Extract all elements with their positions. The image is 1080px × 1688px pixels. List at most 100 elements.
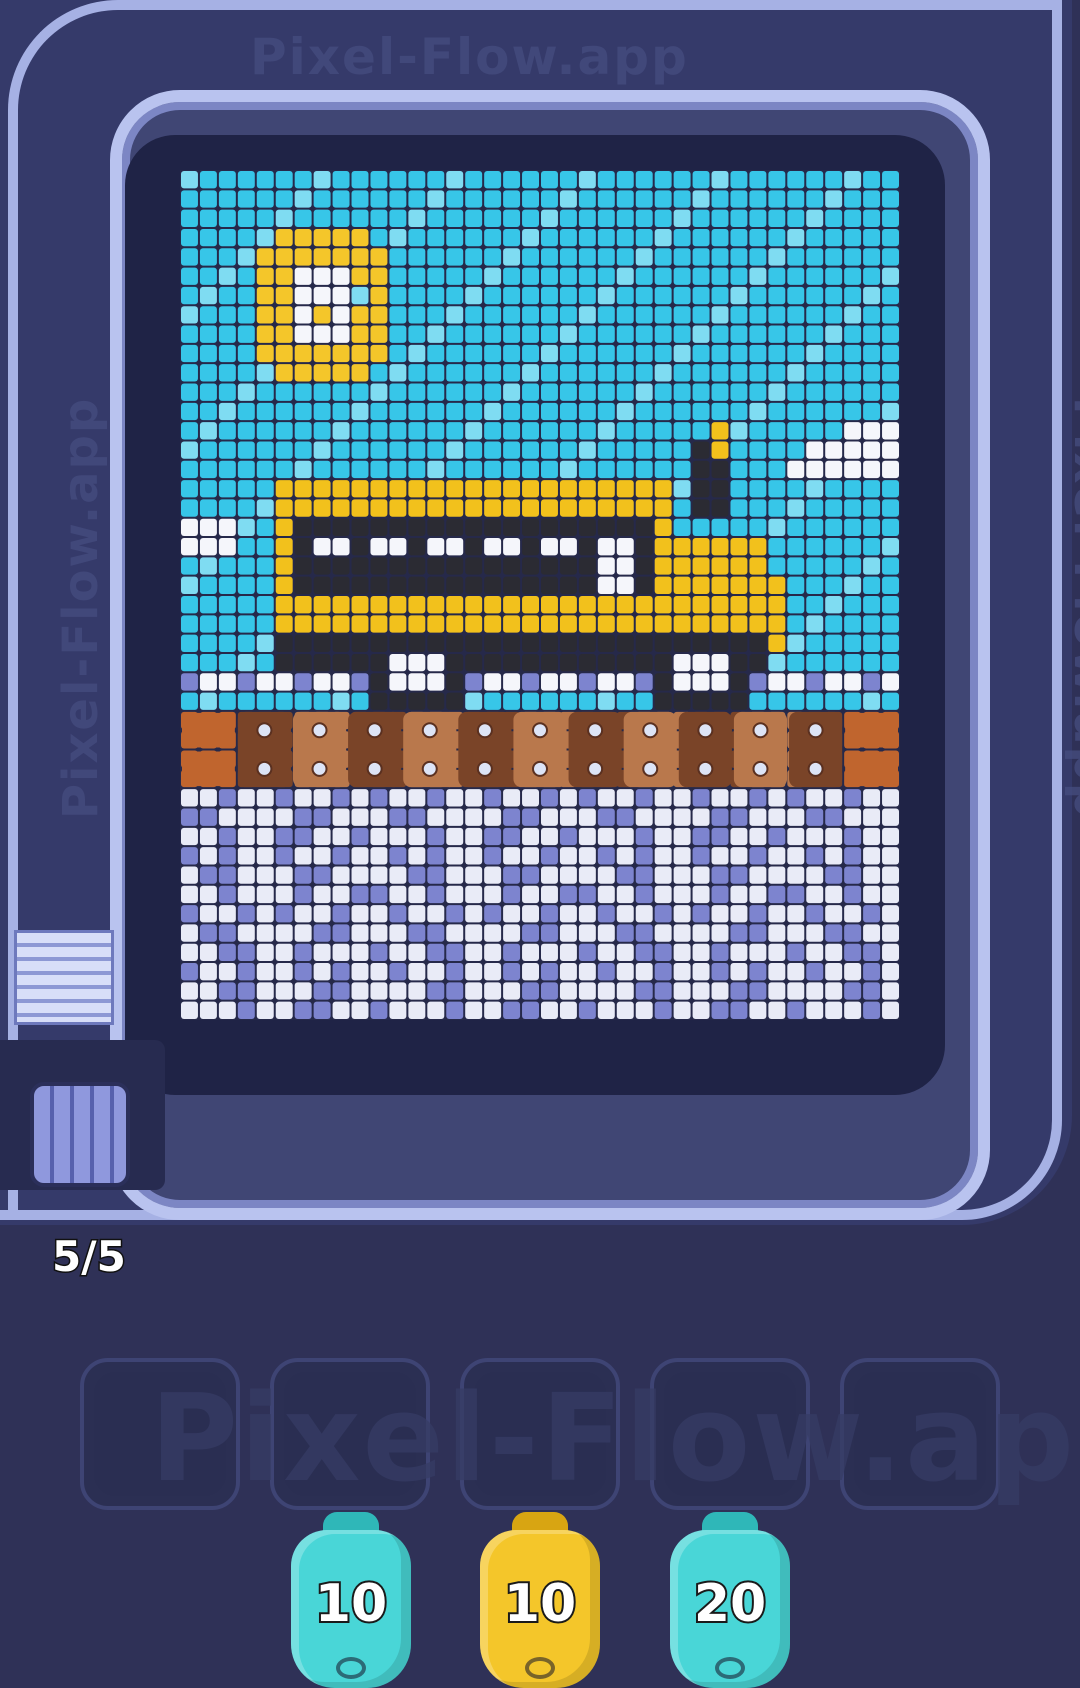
pixel-cell	[408, 499, 426, 517]
pixel-cell	[237, 538, 255, 556]
pixel-cell	[503, 228, 521, 247]
pixel-cell	[218, 1001, 236, 1019]
pixel-cell	[256, 885, 274, 904]
pixel-cell	[711, 847, 729, 865]
pixel-cell	[237, 847, 255, 865]
pixel-cell	[181, 383, 198, 401]
pixel-cell	[446, 808, 464, 826]
pixel-cell	[578, 789, 596, 807]
pixel-cell	[730, 248, 748, 266]
pixel-cell	[806, 596, 824, 614]
pixel-cell	[541, 306, 558, 324]
pixel-cell	[199, 286, 217, 305]
pixel-cell	[370, 557, 388, 575]
pixel-cell	[389, 267, 407, 285]
pixel-cell	[446, 963, 464, 981]
pixel-cell	[597, 248, 615, 266]
pixel-cell	[806, 924, 824, 942]
pixel-cell	[787, 847, 805, 865]
pixel-cell	[654, 286, 672, 305]
pixel-cell	[844, 982, 862, 1000]
shooter-1[interactable]: 10	[289, 1512, 413, 1688]
pixel-cell	[256, 673, 274, 691]
pixel-cell	[616, 1001, 634, 1019]
pixel-cell	[446, 596, 464, 614]
pixel-cell	[503, 673, 521, 691]
shooter-2[interactable]: 10	[478, 1512, 602, 1688]
pixel-cell	[389, 557, 407, 575]
pixel-cell	[882, 1001, 899, 1019]
pixel-cell	[351, 480, 369, 498]
pixel-cell	[541, 538, 558, 556]
pixel-cell	[673, 847, 691, 865]
pixel-cell	[863, 596, 881, 614]
pixel-cell	[237, 325, 255, 343]
pixel-cell	[313, 422, 331, 440]
pixel-cell	[768, 808, 786, 826]
pixel-cell	[578, 518, 596, 537]
pixel-cell	[256, 286, 274, 305]
pixel-cell	[427, 847, 445, 865]
pixel-cell	[559, 905, 577, 923]
pixel-cell	[882, 364, 899, 382]
pixel-cell	[578, 615, 596, 633]
pixel-cell	[787, 499, 805, 517]
pixel-cell	[199, 963, 217, 981]
pixel-cell	[578, 325, 596, 343]
pixel-cell	[522, 460, 539, 479]
pixel-cell	[844, 538, 862, 556]
pixel-cell	[787, 885, 805, 904]
pixel-cell	[313, 847, 331, 865]
pixel-cell	[559, 267, 577, 285]
pixel-cell	[863, 402, 881, 421]
pixel-cell	[578, 209, 596, 227]
belt-end-flame	[845, 751, 898, 787]
pixel-cell	[465, 808, 483, 826]
shooter-3[interactable]: 20	[668, 1512, 792, 1688]
pixel-cell	[199, 634, 217, 652]
pixel-cell	[692, 190, 710, 208]
pixel-cell	[749, 615, 767, 633]
pixel-cell	[673, 557, 691, 575]
pixel-cell	[408, 480, 426, 498]
pixel-cell	[597, 576, 615, 594]
pixel-cell	[370, 364, 388, 382]
pixel-cell	[654, 866, 672, 884]
pixel-cell	[825, 480, 843, 498]
pixel-cell	[522, 808, 539, 826]
pixel-cell	[237, 364, 255, 382]
pixel-cell	[218, 576, 236, 594]
pixel-cell	[199, 982, 217, 1000]
pixel-cell	[408, 538, 426, 556]
pixel-cell	[844, 171, 862, 189]
pixel-cell	[863, 190, 881, 208]
pixel-cell	[749, 634, 767, 652]
pixel-cell	[427, 209, 445, 227]
pixel-cell	[844, 1001, 862, 1019]
pixel-cell	[332, 383, 350, 401]
pixel-cell	[749, 171, 767, 189]
pixel-cell	[465, 789, 483, 807]
pixel-cell	[616, 538, 634, 556]
pixel-cell	[863, 228, 881, 247]
pixel-cell	[446, 286, 464, 305]
pixel-cell	[465, 963, 483, 981]
pixel-cell	[446, 847, 464, 865]
pixel-cell	[294, 653, 312, 672]
pixel-cell	[237, 248, 255, 266]
pixel-cell	[673, 615, 691, 633]
pixel-cell	[749, 827, 767, 846]
pixel-cell	[749, 460, 767, 479]
pixel-cell	[389, 306, 407, 324]
pixel-cell	[673, 209, 691, 227]
belt-hole	[697, 760, 714, 777]
pixel-cell	[806, 673, 824, 691]
pixel-cell	[654, 402, 672, 421]
pixel-board[interactable]	[180, 170, 900, 1020]
pixel-cell	[332, 286, 350, 305]
pixel-cell	[673, 827, 691, 846]
pixel-cell	[882, 306, 899, 324]
pixel-cell	[503, 885, 521, 904]
pixel-cell	[256, 306, 274, 324]
pixel-cell	[181, 576, 198, 594]
